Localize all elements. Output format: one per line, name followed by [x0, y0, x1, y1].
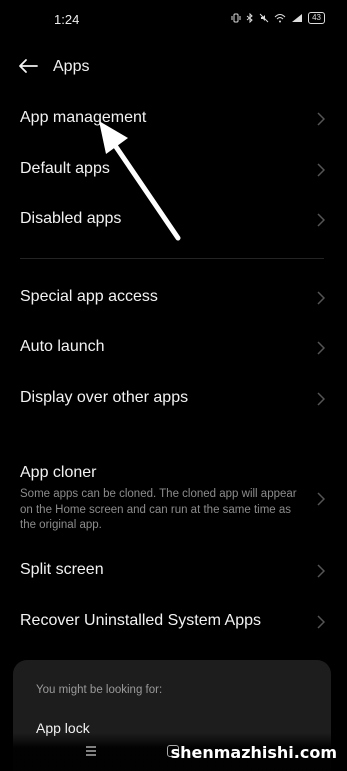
back-arrow-icon[interactable]: [18, 58, 38, 74]
status-bar: 1:24 43: [0, 0, 347, 40]
section-divider: [20, 258, 324, 259]
menu-item-label: Split screen: [20, 561, 104, 578]
status-icons: 43: [231, 12, 325, 24]
menu-item-label: Display over other apps: [20, 389, 189, 406]
menu-item-description: Some apps can be cloned. The cloned app …: [20, 488, 297, 531]
menu-item-special-app-access[interactable]: Special app access: [0, 283, 347, 323]
menu-item-app-cloner[interactable]: App cloner Some apps can be cloned. The …: [0, 459, 347, 539]
status-time: 1:24: [54, 12, 80, 27]
menu-item-label: Special app access: [20, 288, 158, 305]
bluetooth-icon: [246, 13, 253, 23]
menu-item-label: Disabled apps: [20, 210, 122, 227]
recent-apps-icon[interactable]: [84, 745, 98, 757]
vibrate-icon: [231, 13, 241, 23]
menu-item-label: Default apps: [20, 160, 110, 177]
page-title: Apps: [53, 58, 90, 75]
menu-item-app-management[interactable]: App management: [0, 104, 347, 144]
chevron-right-icon: [317, 492, 325, 506]
menu-item-display-over-other-apps[interactable]: Display over other apps: [0, 384, 347, 424]
header: Apps: [0, 50, 347, 86]
chevron-right-icon: [317, 163, 325, 177]
menu-item-auto-launch[interactable]: Auto launch: [0, 333, 347, 373]
suggestions-title: You might be looking for:: [36, 684, 163, 696]
battery-indicator: 43: [308, 12, 325, 24]
chevron-right-icon: [317, 291, 325, 305]
menu-item-disabled-apps[interactable]: Disabled apps: [0, 205, 347, 245]
signal-icon: [292, 14, 303, 22]
menu-item-label: Auto launch: [20, 338, 105, 355]
chevron-right-icon: [317, 112, 325, 126]
chevron-right-icon: [317, 615, 325, 629]
watermark: shenmazhishi.com: [170, 743, 337, 762]
chevron-right-icon: [317, 564, 325, 578]
menu-item-label: App cloner: [20, 464, 97, 481]
chevron-right-icon: [317, 341, 325, 355]
menu-item-label: App management: [20, 109, 147, 126]
chevron-right-icon: [317, 213, 325, 227]
menu-item-label: Recover Uninstalled System Apps: [20, 612, 261, 629]
menu-item-split-screen[interactable]: Split screen: [0, 556, 347, 596]
mute-icon: [259, 13, 269, 23]
wifi-icon: [274, 14, 286, 23]
menu-item-default-apps[interactable]: Default apps: [0, 155, 347, 195]
chevron-right-icon: [317, 392, 325, 406]
menu-item-recover-uninstalled-system-apps[interactable]: Recover Uninstalled System Apps: [0, 607, 347, 647]
